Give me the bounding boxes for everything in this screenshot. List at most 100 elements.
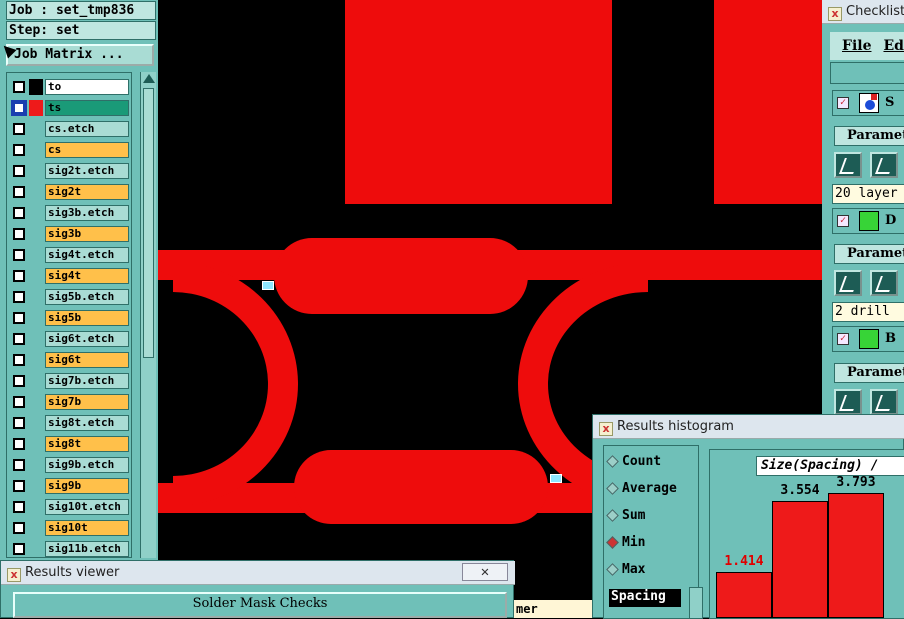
close-icon[interactable]: ✕ — [462, 563, 508, 581]
run-action-icon[interactable] — [870, 270, 898, 296]
layer-checkbox[interactable] — [13, 438, 25, 450]
run-action-icon[interactable] — [870, 389, 898, 415]
run-action-icon[interactable] — [834, 270, 862, 296]
layer-checkbox[interactable] — [13, 249, 25, 261]
layer-checkbox[interactable] — [13, 354, 25, 366]
layer-checkbox[interactable] — [13, 522, 25, 534]
statistic-option[interactable]: Min — [606, 533, 645, 553]
layer-row[interactable]: sig5b.etch — [9, 289, 129, 305]
menu-edit[interactable]: Edi — [883, 38, 904, 54]
layer-row[interactable]: sig6t.etch — [9, 331, 129, 347]
drill-icon — [859, 329, 879, 349]
job-matrix-button[interactable]: Job Matrix ... — [6, 44, 154, 66]
layer-checkbox[interactable] — [13, 291, 25, 303]
layer-row[interactable]: sig2t — [9, 184, 129, 200]
scroll-up-arrow-icon[interactable] — [143, 74, 155, 83]
histogram-titlebar[interactable]: x Results histogram — [593, 415, 904, 439]
layer-row[interactable]: ts — [9, 100, 129, 116]
layer-row[interactable]: sig9b — [9, 478, 129, 494]
checklist-titlebar[interactable]: x Checklist — [822, 0, 904, 24]
layer-checkbox[interactable] — [13, 375, 25, 387]
layer-row[interactable]: sig2t.etch — [9, 163, 129, 179]
field-selector[interactable]: Spacing — [609, 589, 681, 607]
layer-row[interactable]: sig4t.etch — [9, 247, 129, 263]
layer-checkbox[interactable] — [13, 207, 25, 219]
radio-diamond-icon[interactable] — [606, 536, 619, 549]
layer-row[interactable]: sig3b — [9, 226, 129, 242]
layer-checkbox[interactable] — [13, 543, 25, 555]
checklist-item-s[interactable]: ✓ S — [832, 90, 904, 116]
layer-row[interactable]: cs.etch — [9, 121, 129, 137]
layer-row[interactable]: sig4t — [9, 268, 129, 284]
parameters-button[interactable]: Paramete — [834, 363, 904, 383]
checklist-item-d[interactable]: ✓ D — [832, 208, 904, 234]
statistic-option[interactable]: Count — [606, 452, 661, 472]
run-action-icon[interactable] — [870, 152, 898, 178]
radio-diamond-icon[interactable] — [606, 509, 619, 522]
layer-checkbox[interactable] — [13, 102, 25, 114]
layer-checkbox[interactable] — [13, 480, 25, 492]
layer-row[interactable]: sig5b — [9, 310, 129, 326]
statistic-option[interactable]: Average — [606, 479, 677, 499]
radio-diamond-icon[interactable] — [606, 482, 619, 495]
layer-checkbox[interactable] — [13, 165, 25, 177]
layer-row[interactable]: sig3b.etch — [9, 205, 129, 221]
scroll-thumb[interactable] — [143, 88, 154, 358]
radio-diamond-icon[interactable] — [606, 563, 619, 576]
marker-icon[interactable] — [262, 281, 274, 290]
check-icon[interactable]: ✓ — [837, 97, 849, 109]
layer-row[interactable]: sig10t — [9, 520, 129, 536]
histogram-bar — [772, 501, 828, 618]
layer-checkbox[interactable] — [13, 333, 25, 345]
radio-diamond-icon[interactable] — [606, 455, 619, 468]
checklist-menubar: File Edi — [830, 32, 904, 60]
bar-value-label: 3.793 — [836, 475, 876, 490]
layer-row[interactable]: cs — [9, 142, 129, 158]
histogram-bar — [828, 493, 884, 618]
layer-checkbox[interactable] — [13, 186, 25, 198]
layer-row[interactable]: sig7b — [9, 394, 129, 410]
layer-row[interactable]: sig8t — [9, 436, 129, 452]
statistic-option[interactable]: Sum — [606, 506, 645, 526]
layer-checkbox[interactable] — [13, 228, 25, 240]
layer-name: sig10t — [45, 520, 129, 536]
menu-file[interactable]: File — [842, 38, 871, 54]
layer-checkbox[interactable] — [13, 270, 25, 282]
field-scrollbar[interactable] — [689, 587, 703, 619]
layer-row[interactable]: sig9b.etch — [9, 457, 129, 473]
layer-checkbox[interactable] — [13, 459, 25, 471]
layer-checkbox[interactable] — [13, 312, 25, 324]
layer-row[interactable]: sig10t.etch — [9, 499, 129, 515]
layer-name: sig4t — [45, 268, 129, 284]
step-label: Step: set — [6, 21, 156, 40]
layer-checkbox[interactable] — [13, 123, 25, 135]
layer-name: cs.etch — [45, 121, 129, 137]
layer-checkbox[interactable] — [13, 81, 25, 93]
layer-row[interactable]: sig11b.etch — [9, 541, 129, 557]
layer-row[interactable]: sig7b.etch — [9, 373, 129, 389]
layer-list-scrollbar[interactable] — [140, 72, 156, 558]
viewer-titlebar[interactable]: x Results viewer — [1, 561, 515, 585]
checklist-item-b[interactable]: ✓ B — [832, 326, 904, 352]
marker-icon[interactable] — [550, 474, 562, 483]
checklist-note: 20 layer — [832, 184, 904, 204]
layer-name: to — [45, 79, 129, 95]
check-icon[interactable]: ✓ — [837, 215, 849, 227]
layer-checkbox[interactable] — [13, 396, 25, 408]
check-icon[interactable]: ✓ — [837, 333, 849, 345]
layer-name: sig8t.etch — [45, 415, 129, 431]
layer-row[interactable]: sig8t.etch — [9, 415, 129, 431]
parameters-button[interactable]: Paramete — [834, 126, 904, 146]
layer-checkbox[interactable] — [13, 144, 25, 156]
solder-mask-checks-button[interactable]: Solder Mask Checks — [13, 592, 507, 618]
run-action-icon[interactable] — [834, 389, 862, 415]
parameters-button[interactable]: Paramete — [834, 244, 904, 264]
layer-row[interactable]: to — [9, 79, 129, 95]
layer-name: sig2t — [45, 184, 129, 200]
layer-checkbox[interactable] — [13, 501, 25, 513]
layer-checkbox[interactable] — [13, 417, 25, 429]
layer-row[interactable]: sig6t — [9, 352, 129, 368]
run-action-icon[interactable] — [834, 152, 862, 178]
statistic-option[interactable]: Max — [606, 560, 645, 580]
app-icon: x — [828, 7, 842, 21]
